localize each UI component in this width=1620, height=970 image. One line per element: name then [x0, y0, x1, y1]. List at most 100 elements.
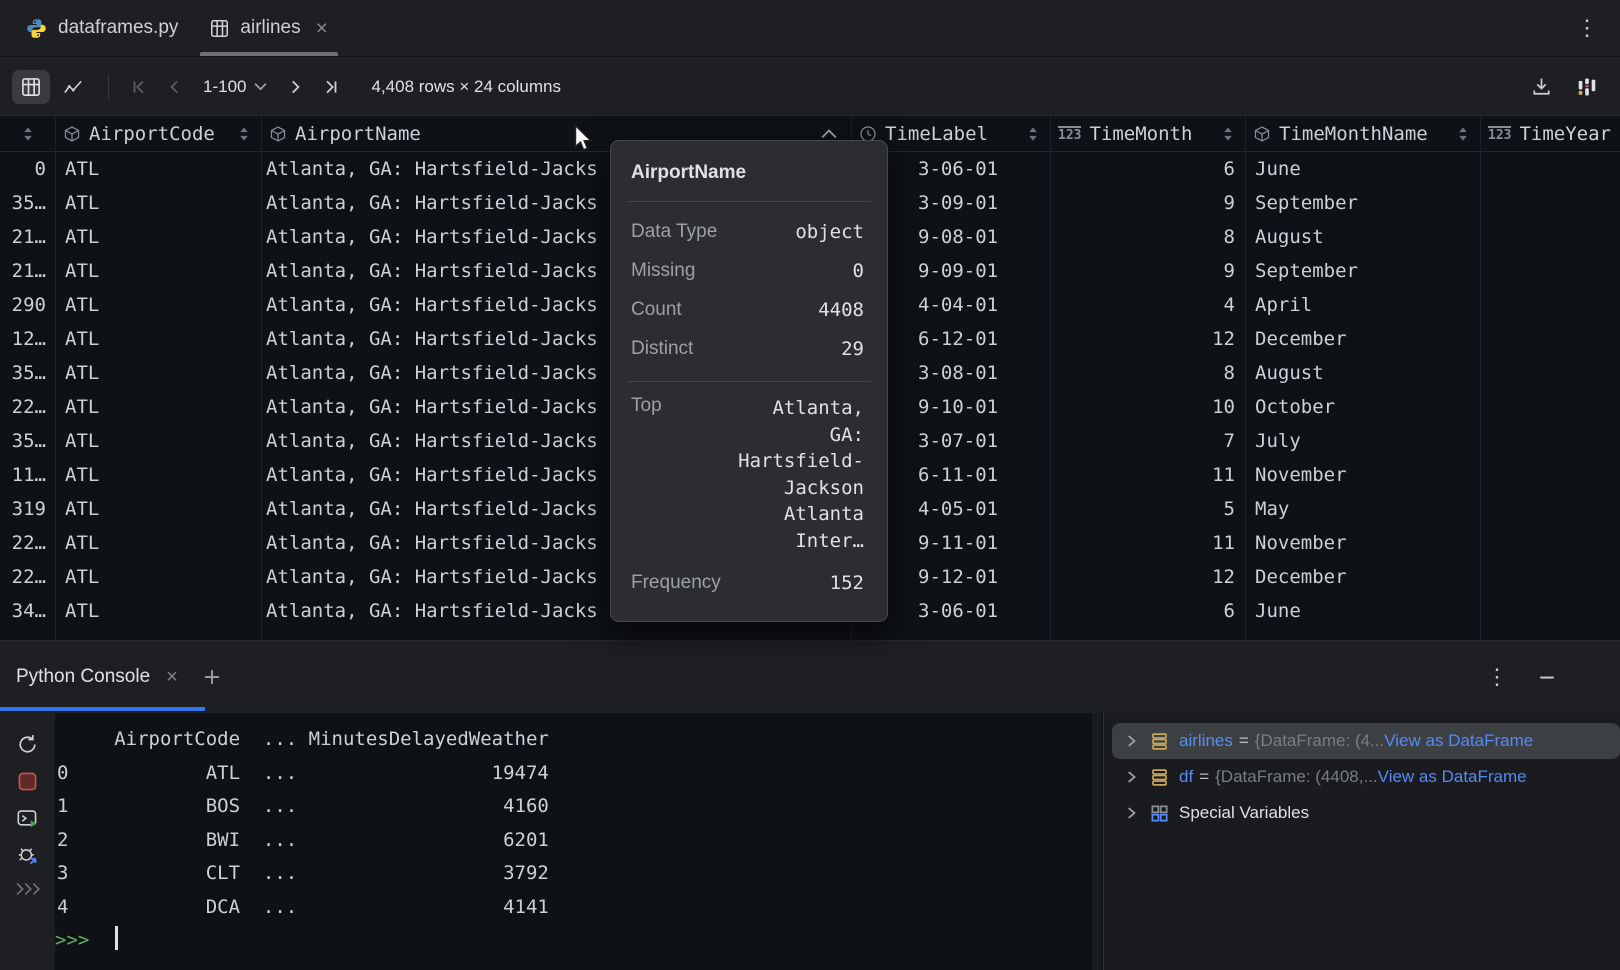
execute-console-icon[interactable] [16, 807, 39, 830]
time-month-cell[interactable]: 4 [1050, 288, 1245, 322]
time-month-cell[interactable]: 7 [1050, 424, 1245, 458]
time-year-cell[interactable] [1480, 594, 1620, 628]
row-index-cell[interactable]: 22… [0, 560, 55, 594]
time-month-cell[interactable]: 8 [1050, 220, 1245, 254]
time-month-cell[interactable]: 12 [1050, 560, 1245, 594]
time-month-name-cell[interactable]: August [1245, 220, 1480, 254]
row-index-cell[interactable]: 21… [0, 220, 55, 254]
close-icon[interactable]: × [166, 666, 178, 689]
airport-code-cell[interactable]: ATL [55, 254, 261, 288]
add-console-icon[interactable] [202, 667, 222, 687]
time-month-cell[interactable]: 6 [1050, 594, 1245, 628]
time-month-cell[interactable]: 10 [1050, 390, 1245, 424]
time-month-cell[interactable]: 9 [1050, 254, 1245, 288]
next-page-button[interactable] [277, 72, 313, 102]
time-month-name-cell[interactable]: June [1245, 594, 1480, 628]
time-year-cell[interactable] [1480, 492, 1620, 526]
row-index-cell[interactable]: 0 [0, 152, 55, 186]
export-download-icon[interactable] [1531, 76, 1552, 97]
time-month-name-cell[interactable]: August [1245, 356, 1480, 390]
time-month-name-cell[interactable]: December [1245, 560, 1480, 594]
first-page-button[interactable] [121, 72, 157, 102]
time-year-cell[interactable] [1480, 254, 1620, 288]
variable-row-special-variables[interactable]: Special Variables [1104, 795, 1620, 831]
time-year-cell[interactable] [1480, 458, 1620, 492]
time-year-cell[interactable] [1480, 356, 1620, 390]
expand-chevron-icon[interactable] [1124, 734, 1138, 748]
row-index-cell[interactable]: 12… [0, 322, 55, 356]
time-month-cell[interactable]: 5 [1050, 492, 1245, 526]
time-month-cell[interactable]: 8 [1050, 356, 1245, 390]
row-index-cell[interactable]: 319 [0, 492, 55, 526]
time-month-cell[interactable]: 11 [1050, 458, 1245, 492]
previous-page-button[interactable] [157, 72, 193, 102]
time-month-name-cell[interactable]: September [1245, 186, 1480, 220]
time-year-cell[interactable] [1480, 152, 1620, 186]
time-month-cell[interactable]: 6 [1050, 152, 1245, 186]
time-year-cell[interactable] [1480, 186, 1620, 220]
airport-code-cell[interactable]: ATL [55, 424, 261, 458]
row-index-cell[interactable]: 22… [0, 526, 55, 560]
column-header-airportcode[interactable]: AirportCode [55, 116, 261, 151]
console-prompt-line[interactable]: >>> [55, 924, 1085, 958]
time-month-name-cell[interactable]: November [1245, 458, 1480, 492]
column-header-timemonth[interactable]: 123 TimeMonth [1050, 116, 1245, 151]
time-month-name-cell[interactable]: September [1245, 254, 1480, 288]
variable-row-df[interactable]: df={DataFrame: (4408,...View as DataFram… [1104, 759, 1620, 795]
time-month-name-cell[interactable]: May [1245, 492, 1480, 526]
view-as-dataframe-link[interactable]: View as DataFrame [1384, 731, 1533, 751]
airport-code-cell[interactable]: ATL [55, 594, 261, 628]
close-icon[interactable]: × [316, 18, 328, 39]
rerun-icon[interactable] [16, 733, 39, 756]
console-scrollbar[interactable] [1092, 713, 1101, 970]
column-header-timeyear[interactable]: 123 TimeYear [1480, 116, 1620, 151]
airport-code-cell[interactable]: ATL [55, 560, 261, 594]
expand-chevron-icon[interactable] [1124, 806, 1138, 820]
stop-icon[interactable] [16, 770, 39, 793]
time-month-name-cell[interactable]: April [1245, 288, 1480, 322]
airport-code-cell[interactable]: ATL [55, 186, 261, 220]
row-index-cell[interactable]: 290 [0, 288, 55, 322]
row-index-cell[interactable]: 35… [0, 186, 55, 220]
row-index-cell[interactable]: 35… [0, 424, 55, 458]
console-options-icon[interactable]: ⋮ [1486, 664, 1508, 690]
time-year-cell[interactable] [1480, 424, 1620, 458]
row-index-cell[interactable]: 21… [0, 254, 55, 288]
last-page-button[interactable] [313, 72, 349, 102]
console-history-icon[interactable] [15, 881, 41, 897]
time-month-name-cell[interactable]: October [1245, 390, 1480, 424]
variable-row-airlines[interactable]: airlines={DataFrame: (4...View as DataFr… [1112, 723, 1620, 759]
airport-code-cell[interactable]: ATL [55, 288, 261, 322]
console-output[interactable]: AirportCode ... MinutesDelayedWeather0 A… [55, 713, 1085, 970]
settings-sliders-icon[interactable] [1576, 76, 1598, 98]
time-year-cell[interactable] [1480, 390, 1620, 424]
time-year-cell[interactable] [1480, 322, 1620, 356]
time-month-name-cell[interactable]: November [1245, 526, 1480, 560]
time-month-cell[interactable]: 11 [1050, 526, 1245, 560]
column-header-index[interactable] [0, 116, 55, 151]
airport-code-cell[interactable]: ATL [55, 492, 261, 526]
tab-python-console[interactable]: Python Console [16, 666, 150, 688]
time-month-name-cell[interactable]: December [1245, 322, 1480, 356]
more-options-icon[interactable]: ⋮ [1576, 15, 1598, 41]
chart-view-button[interactable] [54, 70, 92, 104]
expand-chevron-icon[interactable] [1124, 770, 1138, 784]
airport-code-cell[interactable]: ATL [55, 390, 261, 424]
row-index-cell[interactable]: 22… [0, 390, 55, 424]
minimize-icon[interactable] [1538, 668, 1556, 686]
table-view-button[interactable] [12, 70, 50, 104]
airport-code-cell[interactable]: ATL [55, 458, 261, 492]
attach-debugger-icon[interactable] [16, 844, 39, 867]
airport-code-cell[interactable]: ATL [55, 152, 261, 186]
time-month-cell[interactable]: 12 [1050, 322, 1245, 356]
page-range-dropdown[interactable]: 1-100 [193, 77, 277, 97]
tab-airlines[interactable]: airlines × [194, 0, 343, 56]
time-year-cell[interactable] [1480, 220, 1620, 254]
airport-code-cell[interactable]: ATL [55, 322, 261, 356]
airport-code-cell[interactable]: ATL [55, 526, 261, 560]
column-header-timemonthname[interactable]: TimeMonthName [1245, 116, 1480, 151]
row-index-cell[interactable]: 35… [0, 356, 55, 390]
view-as-dataframe-link[interactable]: View as DataFrame [1378, 767, 1527, 787]
row-index-cell[interactable]: 11… [0, 458, 55, 492]
tab-dataframes-py[interactable]: dataframes.py [10, 0, 194, 56]
